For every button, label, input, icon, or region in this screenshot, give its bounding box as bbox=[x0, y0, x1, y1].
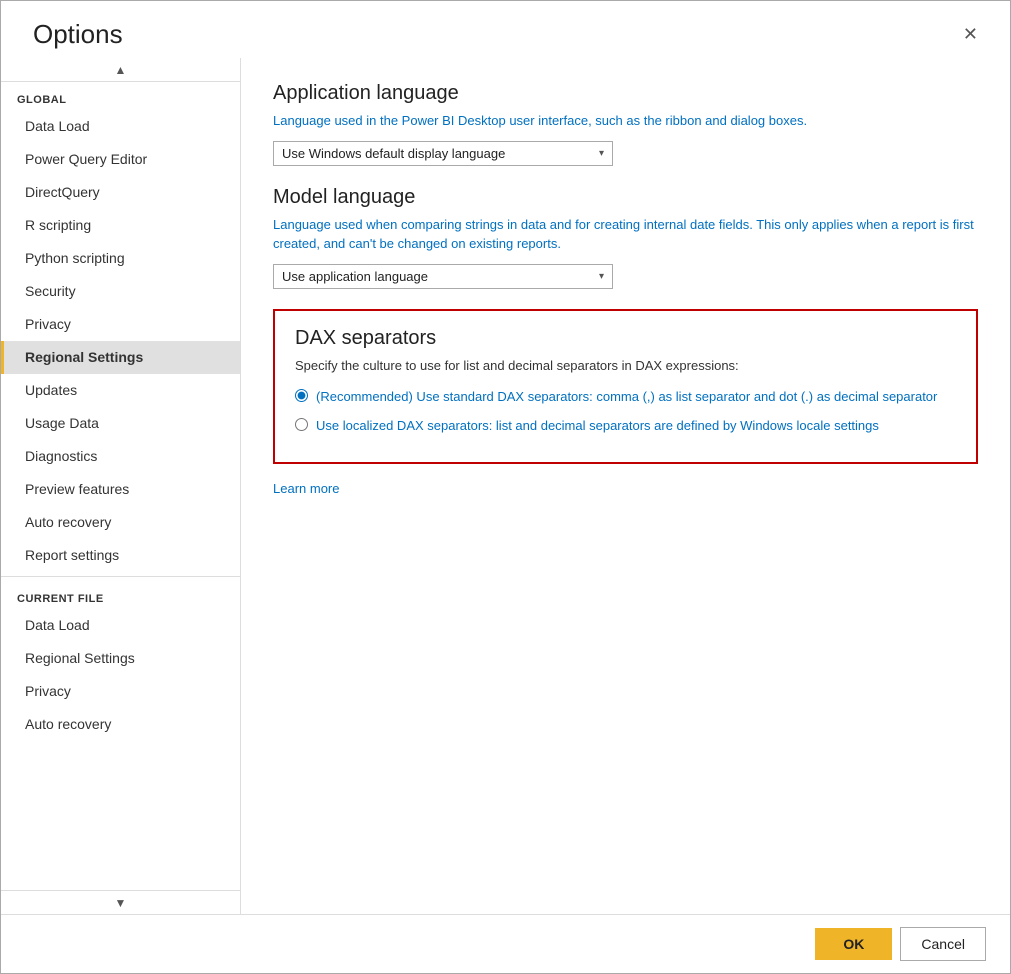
sidebar-item-directquery[interactable]: DirectQuery bbox=[1, 176, 240, 209]
dax-radio-options: (Recommended) Use standard DAX separator… bbox=[295, 387, 956, 436]
sidebar-global-items: Data LoadPower Query EditorDirectQueryR … bbox=[1, 110, 240, 572]
sidebar-scroll: GLOBAL Data LoadPower Query EditorDirect… bbox=[1, 82, 240, 890]
sidebar-item-cf-privacy[interactable]: Privacy bbox=[1, 675, 240, 708]
sidebar-item-data-load[interactable]: Data Load bbox=[1, 110, 240, 143]
dax-separators-section: DAX separators Specify the culture to us… bbox=[273, 309, 978, 464]
sidebar-item-updates[interactable]: Updates bbox=[1, 374, 240, 407]
app-language-section: Application language Language used in th… bbox=[273, 82, 978, 166]
scroll-down-arrow[interactable]: ▼ bbox=[1, 890, 240, 914]
dialog-body: ▲ GLOBAL Data LoadPower Query EditorDire… bbox=[1, 58, 1010, 914]
dax-option-label-recommended: (Recommended) Use standard DAX separator… bbox=[316, 387, 937, 407]
dialog-footer: OK Cancel bbox=[1, 914, 1010, 973]
sidebar-item-cf-auto-recovery[interactable]: Auto recovery bbox=[1, 708, 240, 741]
model-language-dropdown-value: Use application language bbox=[282, 269, 428, 284]
current-file-section-header: CURRENT FILE bbox=[1, 581, 240, 609]
ok-button[interactable]: OK bbox=[815, 928, 892, 960]
dax-title: DAX separators bbox=[295, 327, 956, 350]
model-language-title: Model language bbox=[273, 186, 978, 209]
sidebar-item-auto-recovery[interactable]: Auto recovery bbox=[1, 506, 240, 539]
dax-option-label-localized: Use localized DAX separators: list and d… bbox=[316, 416, 879, 436]
cancel-button[interactable]: Cancel bbox=[900, 927, 986, 961]
sidebar-item-diagnostics[interactable]: Diagnostics bbox=[1, 440, 240, 473]
model-language-dropdown-arrow: ▾ bbox=[599, 271, 604, 282]
app-language-dropdown[interactable]: Use Windows default display language ▾ bbox=[273, 141, 613, 166]
sidebar-item-r-scripting[interactable]: R scripting bbox=[1, 209, 240, 242]
dax-radio-localized[interactable] bbox=[295, 418, 308, 431]
sidebar-item-cf-data-load[interactable]: Data Load bbox=[1, 609, 240, 642]
sidebar-item-report-settings[interactable]: Report settings bbox=[1, 539, 240, 572]
app-language-desc: Language used in the Power BI Desktop us… bbox=[273, 111, 978, 131]
dialog-header: Options ✕ bbox=[1, 1, 1010, 58]
app-language-dropdown-value: Use Windows default display language bbox=[282, 146, 505, 161]
dax-desc: Specify the culture to use for list and … bbox=[295, 358, 956, 373]
app-language-dropdown-arrow: ▾ bbox=[599, 148, 604, 159]
model-language-section: Model language Language used when compar… bbox=[273, 186, 978, 289]
global-section-header: GLOBAL bbox=[1, 82, 240, 110]
sidebar-current-file-items: Data LoadRegional SettingsPrivacyAuto re… bbox=[1, 609, 240, 741]
model-language-dropdown[interactable]: Use application language ▾ bbox=[273, 264, 613, 289]
main-content: Application language Language used in th… bbox=[241, 58, 1010, 914]
sidebar-item-cf-regional-settings[interactable]: Regional Settings bbox=[1, 642, 240, 675]
app-language-title: Application language bbox=[273, 82, 978, 105]
sidebar-item-power-query-editor[interactable]: Power Query Editor bbox=[1, 143, 240, 176]
dax-option-recommended[interactable]: (Recommended) Use standard DAX separator… bbox=[295, 387, 956, 407]
sidebar-item-python-scripting[interactable]: Python scripting bbox=[1, 242, 240, 275]
options-dialog: Options ✕ ▲ GLOBAL Data LoadPower Query … bbox=[0, 0, 1011, 974]
sidebar-item-preview-features[interactable]: Preview features bbox=[1, 473, 240, 506]
sidebar: ▲ GLOBAL Data LoadPower Query EditorDire… bbox=[1, 58, 241, 914]
sidebar-divider bbox=[1, 576, 240, 577]
sidebar-item-usage-data[interactable]: Usage Data bbox=[1, 407, 240, 440]
learn-more-link[interactable]: Learn more bbox=[273, 481, 339, 496]
sidebar-item-security[interactable]: Security bbox=[1, 275, 240, 308]
close-button[interactable]: ✕ bbox=[955, 20, 986, 49]
sidebar-item-privacy[interactable]: Privacy bbox=[1, 308, 240, 341]
dax-radio-recommended[interactable] bbox=[295, 389, 308, 402]
scroll-up-arrow[interactable]: ▲ bbox=[1, 58, 240, 82]
model-language-desc: Language used when comparing strings in … bbox=[273, 215, 978, 254]
dax-option-localized[interactable]: Use localized DAX separators: list and d… bbox=[295, 416, 956, 436]
sidebar-item-regional-settings[interactable]: Regional Settings bbox=[1, 341, 240, 374]
dialog-title: Options bbox=[33, 19, 123, 50]
